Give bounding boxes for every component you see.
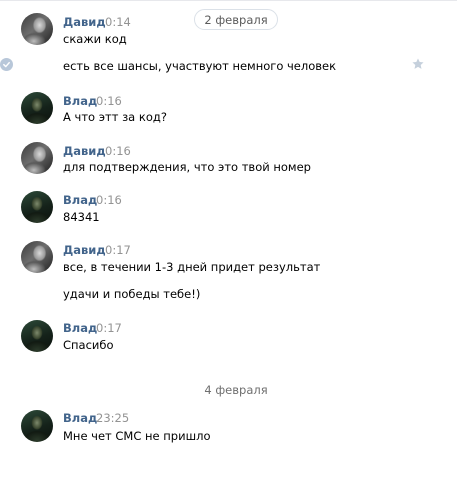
- author-name[interactable]: Влад: [63, 94, 97, 108]
- message-text: Спасибо: [63, 338, 114, 352]
- message-text: скажи код: [63, 32, 127, 46]
- avatar-vlad[interactable]: [21, 191, 53, 223]
- check-circle-icon[interactable]: [0, 58, 13, 71]
- message-time[interactable]: 0:16: [96, 193, 122, 207]
- avatar-vlad[interactable]: [21, 92, 53, 124]
- message-time[interactable]: 0:17: [105, 243, 131, 257]
- date-separator: 4 февраля: [204, 383, 268, 397]
- avatar-vlad[interactable]: [21, 410, 53, 442]
- author-name[interactable]: Влад: [63, 411, 97, 425]
- message-text: 84341: [63, 210, 100, 224]
- message-text: есть все шансы, участвуют немного челове…: [63, 59, 337, 73]
- author-name[interactable]: Давид: [63, 15, 106, 29]
- message-time[interactable]: 0:16: [96, 94, 122, 108]
- avatar-david[interactable]: [21, 13, 53, 45]
- avatar-david[interactable]: [21, 241, 53, 273]
- author-name[interactable]: Влад: [63, 193, 97, 207]
- message-time[interactable]: 23:25: [96, 411, 129, 425]
- message-time[interactable]: 0:14: [105, 15, 131, 29]
- star-icon[interactable]: [411, 57, 425, 71]
- avatar-vlad[interactable]: [21, 320, 53, 352]
- author-name[interactable]: Давид: [63, 144, 106, 158]
- message-text: для подтверждения, что это твой номер: [63, 160, 311, 174]
- author-name[interactable]: Влад: [63, 321, 97, 335]
- message-text: все, в течении 1-3 дней придет результат: [63, 260, 321, 274]
- chat-history: 2 февраля Давид 0:14 скажи код есть все …: [0, 0, 457, 478]
- message-text: удачи и победы тебе!): [63, 287, 201, 301]
- message-text: А что этт за код?: [63, 110, 167, 124]
- message-text: Мне чет СМС не пришло: [63, 429, 211, 443]
- author-name[interactable]: Давид: [63, 243, 106, 257]
- message-time[interactable]: 0:17: [96, 321, 122, 335]
- avatar-david[interactable]: [21, 142, 53, 174]
- top-divider: [0, 0, 457, 1]
- message-time[interactable]: 0:16: [105, 144, 131, 158]
- date-pill[interactable]: 2 февраля: [194, 9, 278, 30]
